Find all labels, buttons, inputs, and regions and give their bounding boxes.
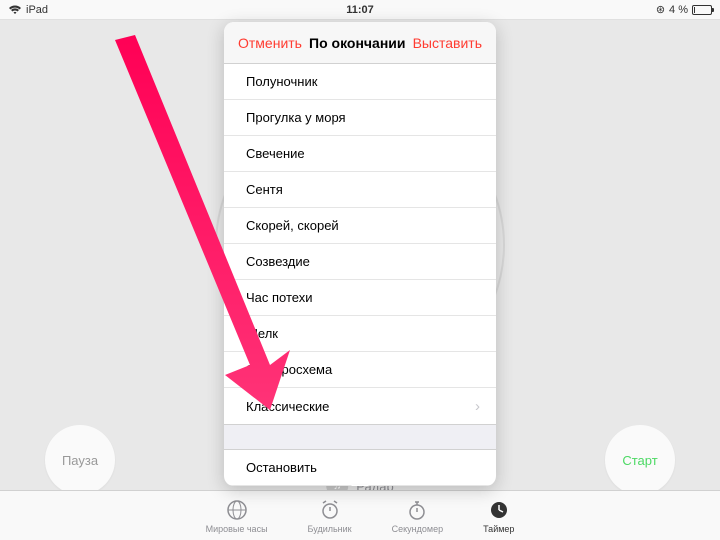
globe-icon	[225, 498, 249, 522]
stop-playing-item[interactable]: Остановить	[224, 450, 496, 486]
battery-percent: 4 %	[669, 4, 688, 16]
tab-world-clock[interactable]: Мировые часы	[206, 498, 268, 534]
status-bar: iPad 11:07 ⊛ 4 %	[0, 0, 720, 20]
alarm-icon	[318, 498, 342, 522]
modal-title: По окончании	[309, 35, 405, 51]
sound-item[interactable]: Шелк	[224, 316, 496, 352]
sound-item-label: Свечение	[246, 146, 305, 161]
cancel-button[interactable]: Отменить	[238, 35, 302, 51]
sound-list[interactable]: Полуночник Прогулка у моря Свечение Сентя Ск…	[224, 64, 496, 424]
sound-item-label: Час потехи	[246, 290, 313, 305]
rotation-lock-icon: ⊛	[656, 3, 665, 16]
sound-item[interactable]: Сентя	[224, 172, 496, 208]
sound-item[interactable]: Полуночник	[224, 64, 496, 100]
battery-icon	[692, 5, 712, 15]
pause-button[interactable]: Пауза	[45, 425, 115, 495]
sound-item[interactable]: Свечение	[224, 136, 496, 172]
status-time: 11:07	[346, 4, 374, 16]
wifi-icon	[8, 5, 22, 15]
device-label: iPad	[26, 4, 48, 16]
sound-item[interactable]: Созвездие	[224, 244, 496, 280]
sound-item-label: Прогулка у моря	[246, 110, 346, 125]
sound-picker-modal: Отменить По окончании Выставить Полуночн…	[224, 22, 496, 486]
sound-item-label: Полуночник	[246, 74, 317, 89]
sound-item[interactable]: Скорей, скорей	[224, 208, 496, 244]
sound-item[interactable]: Час потехи	[224, 280, 496, 316]
sound-item[interactable]: Прогулка у моря	[224, 100, 496, 136]
sound-item-label: Шелк	[246, 326, 278, 341]
set-button[interactable]: Выставить	[413, 35, 482, 51]
timer-icon	[487, 498, 511, 522]
tab-timer[interactable]: Таймер	[483, 498, 514, 534]
tab-bar: Мировые часы Будильник Секундомер Таймер	[0, 490, 720, 540]
tab-stopwatch[interactable]: Секундомер	[392, 498, 443, 534]
modal-header: Отменить По окончании Выставить	[224, 22, 496, 64]
sound-item-label: Электросхема	[246, 362, 332, 377]
list-spacer	[224, 424, 496, 450]
start-button[interactable]: Старт	[605, 425, 675, 495]
popover-arrow	[351, 485, 369, 486]
sound-item-label: Классические	[246, 399, 329, 414]
sound-item[interactable]: Классические ›	[224, 388, 496, 424]
chevron-right-icon: ›	[475, 398, 480, 415]
stopwatch-icon	[405, 498, 429, 522]
sound-item-label: Созвездие	[246, 254, 310, 269]
tab-alarm[interactable]: Будильник	[308, 498, 352, 534]
sound-item[interactable]: Электросхема	[224, 352, 496, 388]
sound-item-label: Сентя	[246, 182, 283, 197]
sound-item-label: Скорей, скорей	[246, 218, 339, 233]
